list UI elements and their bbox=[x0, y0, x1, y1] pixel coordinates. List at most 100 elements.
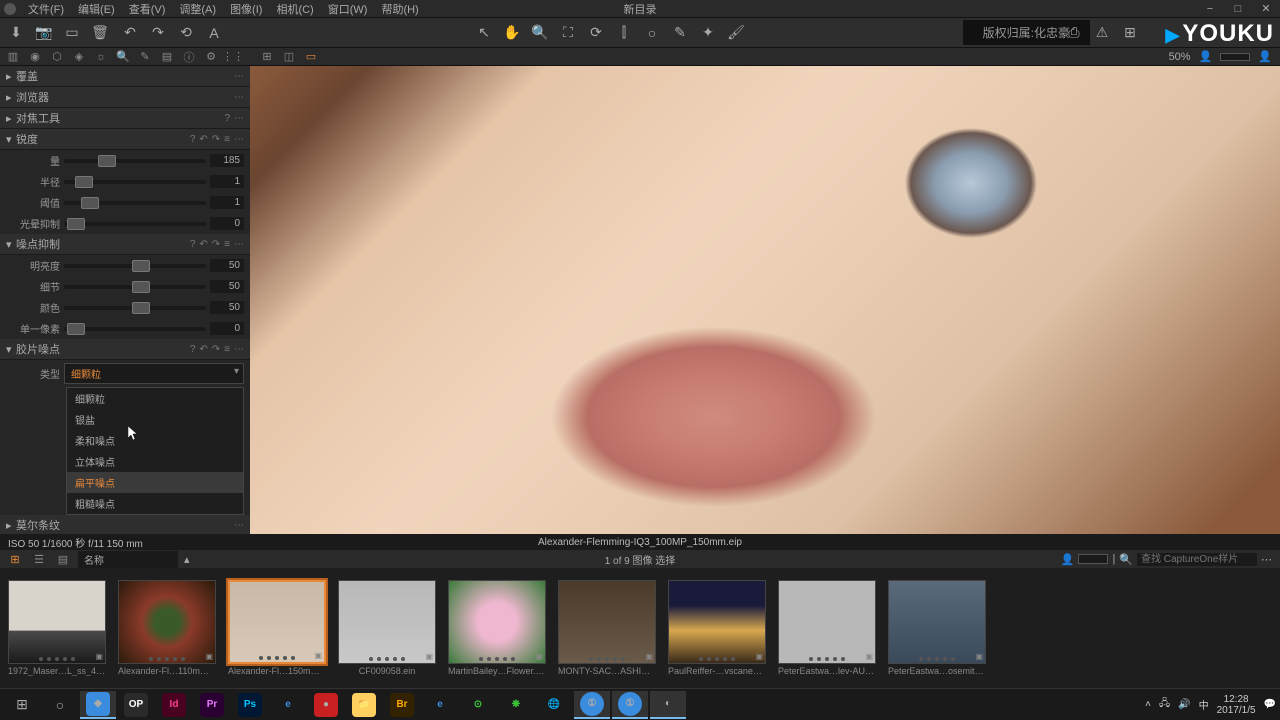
more-icon[interactable]: ⋯ bbox=[234, 520, 244, 531]
sharpness-slider-0[interactable] bbox=[64, 159, 206, 163]
straighten-icon[interactable]: ⫿ bbox=[614, 23, 634, 43]
folder-icon[interactable]: ▭ bbox=[62, 23, 82, 43]
panel-moire[interactable]: ▸莫尔条纹⋯ bbox=[0, 515, 250, 534]
app-360[interactable]: ⊙ bbox=[460, 691, 496, 719]
eyedrop-icon[interactable]: ✎ bbox=[670, 23, 690, 43]
tab-details-icon[interactable]: 🔍 bbox=[114, 50, 132, 64]
close-button[interactable]: ✕ bbox=[1252, 0, 1280, 18]
tray-time[interactable]: 12:28 bbox=[1217, 694, 1256, 705]
thumb-detail-icon[interactable]: ▤ bbox=[54, 552, 72, 566]
app-360-2[interactable]: ❋ bbox=[498, 691, 534, 719]
grain-option-5[interactable]: 粗糙噪点 bbox=[67, 493, 243, 514]
noise-slider-2[interactable] bbox=[64, 306, 206, 310]
tab-color-icon[interactable]: ◈ bbox=[70, 50, 88, 64]
start-button[interactable]: ⊞ bbox=[4, 691, 40, 719]
minimize-button[interactable]: − bbox=[1196, 0, 1224, 18]
hand-icon[interactable]: ✋ bbox=[502, 23, 522, 43]
thumb-grid-icon[interactable]: ⊞ bbox=[6, 552, 24, 566]
sort-dir-icon[interactable]: ▴ bbox=[184, 553, 190, 566]
more-icon[interactable]: ⋯ bbox=[234, 344, 244, 355]
grain-option-3[interactable]: 立体噪点 bbox=[67, 451, 243, 472]
menu-window[interactable]: 窗口(W) bbox=[322, 0, 374, 18]
sharpness-value-1[interactable]: 1 bbox=[210, 175, 244, 188]
menu-file[interactable]: 文件(F) bbox=[22, 0, 70, 18]
thumbnail-strip[interactable]: ▣ 1972_Maser…L_ss_430.ein ▣ Alexander-Fl… bbox=[0, 568, 1280, 688]
thumbnail-2[interactable]: ▣ bbox=[228, 580, 326, 664]
redo-icon[interactable]: ↷ bbox=[148, 23, 168, 43]
noise-value-2[interactable]: 50 bbox=[210, 301, 244, 314]
sharpness-value-2[interactable]: 1 bbox=[210, 196, 244, 209]
panel-noise[interactable]: ▾噪点抑制?↶↷≡⋯ bbox=[0, 234, 250, 255]
more-icon[interactable]: ⋯ bbox=[234, 71, 244, 82]
mask-icon[interactable]: ✦ bbox=[698, 23, 718, 43]
app-indesign[interactable]: Id bbox=[156, 691, 192, 719]
tab-meta-icon[interactable]: ▤ bbox=[158, 50, 176, 64]
tab-lens-icon[interactable]: ⬡ bbox=[48, 50, 66, 64]
tab-exposure-icon[interactable]: ☼ bbox=[92, 50, 110, 64]
more-icon[interactable]: ⋯ bbox=[234, 239, 244, 250]
tray-network-icon[interactable]: 🖧 bbox=[1159, 696, 1170, 713]
app-running-2[interactable]: ① bbox=[612, 691, 648, 719]
thumbnail-3[interactable]: ▣ bbox=[338, 580, 436, 664]
tab-adjust-icon[interactable]: ✎ bbox=[136, 50, 154, 64]
user-icon[interactable]: 👤 bbox=[1199, 50, 1213, 63]
text-icon[interactable]: A bbox=[204, 23, 224, 43]
app-chrome[interactable]: 🌐 bbox=[536, 691, 572, 719]
thumbnail-1[interactable]: ▣ bbox=[118, 580, 216, 664]
search-icon[interactable]: 🔍 bbox=[1119, 553, 1133, 566]
sharpness-value-0[interactable]: 185 bbox=[210, 154, 244, 167]
grain-option-2[interactable]: 柔和噪点 bbox=[67, 430, 243, 451]
sort-select[interactable]: 名称 bbox=[78, 551, 178, 568]
menu-help[interactable]: 帮助(H) bbox=[375, 0, 424, 18]
app-edge[interactable]: e bbox=[422, 691, 458, 719]
zoom-icon[interactable]: 🔍 bbox=[530, 23, 550, 43]
app-capture-one-2[interactable]: OP bbox=[118, 691, 154, 719]
camera-icon[interactable]: 📷 bbox=[34, 23, 54, 43]
view-grid-icon[interactable]: ⊞ bbox=[258, 50, 276, 64]
app-premiere[interactable]: Pr bbox=[194, 691, 230, 719]
noise-slider-1[interactable] bbox=[64, 285, 206, 289]
app-red[interactable]: ● bbox=[308, 691, 344, 719]
more-icon[interactable]: ⋯ bbox=[234, 134, 244, 145]
tab-library-icon[interactable]: ▥ bbox=[4, 50, 22, 64]
slider-icon[interactable] bbox=[1220, 53, 1250, 61]
thumbnail-8[interactable]: ▣ bbox=[888, 580, 986, 664]
more-icon[interactable]: ⋯ bbox=[234, 92, 244, 103]
tray-date[interactable]: 2017/1/5 bbox=[1217, 705, 1256, 716]
user2-icon[interactable]: 👤 bbox=[1258, 50, 1272, 63]
brush-icon[interactable]: 🖌 bbox=[726, 23, 746, 43]
grain-type-select[interactable]: 细颗粒 bbox=[64, 363, 244, 384]
noise-slider-3[interactable] bbox=[64, 327, 206, 331]
reset-icon[interactable]: ⟲ bbox=[176, 23, 196, 43]
tray-volume-icon[interactable]: 🔊 bbox=[1178, 699, 1190, 710]
menu-view[interactable]: 查看(V) bbox=[123, 0, 172, 18]
rating-filter-icon[interactable] bbox=[1078, 554, 1108, 564]
tab-batch-icon[interactable]: ⋮⋮ bbox=[224, 50, 242, 64]
sharpness-slider-3[interactable] bbox=[64, 222, 206, 226]
panel-overlay[interactable]: ▸覆盖⋯ bbox=[0, 66, 250, 87]
noise-value-1[interactable]: 50 bbox=[210, 280, 244, 293]
tab-capture-icon[interactable]: ◉ bbox=[26, 50, 44, 64]
user-filter-icon[interactable]: 👤 bbox=[1061, 553, 1075, 566]
view-split-icon[interactable]: ◫ bbox=[280, 50, 298, 64]
app-obs[interactable]: ◐ bbox=[650, 691, 686, 719]
more-icon[interactable]: ⋯ bbox=[1261, 553, 1272, 566]
tab-gear-icon[interactable]: ⚙ bbox=[202, 50, 220, 64]
tray-up-icon[interactable]: ˄ bbox=[1145, 699, 1151, 710]
import-icon[interactable]: ⬇ bbox=[6, 23, 26, 43]
menu-camera[interactable]: 相机(C) bbox=[270, 0, 319, 18]
sharpness-slider-2[interactable] bbox=[64, 201, 206, 205]
app-ie[interactable]: e bbox=[270, 691, 306, 719]
rotate-icon[interactable]: ⟳ bbox=[586, 23, 606, 43]
tray-ime[interactable]: 中 bbox=[1199, 697, 1209, 712]
view-single-icon[interactable]: ▭ bbox=[302, 50, 320, 64]
grid-icon[interactable]: ⊞ bbox=[1120, 23, 1140, 43]
tab-output-icon[interactable]: ⓘ bbox=[180, 50, 198, 64]
zoom-level[interactable]: 50% bbox=[1169, 51, 1191, 63]
search-input[interactable] bbox=[1137, 553, 1257, 566]
export-icon[interactable]: ⎙ bbox=[1064, 23, 1084, 43]
panel-sharpness[interactable]: ▾锐度?↶↷≡⋯ bbox=[0, 129, 250, 150]
warning-icon[interactable]: ⚠ bbox=[1092, 23, 1112, 43]
thumbnail-6[interactable]: ▣ bbox=[668, 580, 766, 664]
noise-value-0[interactable]: 50 bbox=[210, 259, 244, 272]
